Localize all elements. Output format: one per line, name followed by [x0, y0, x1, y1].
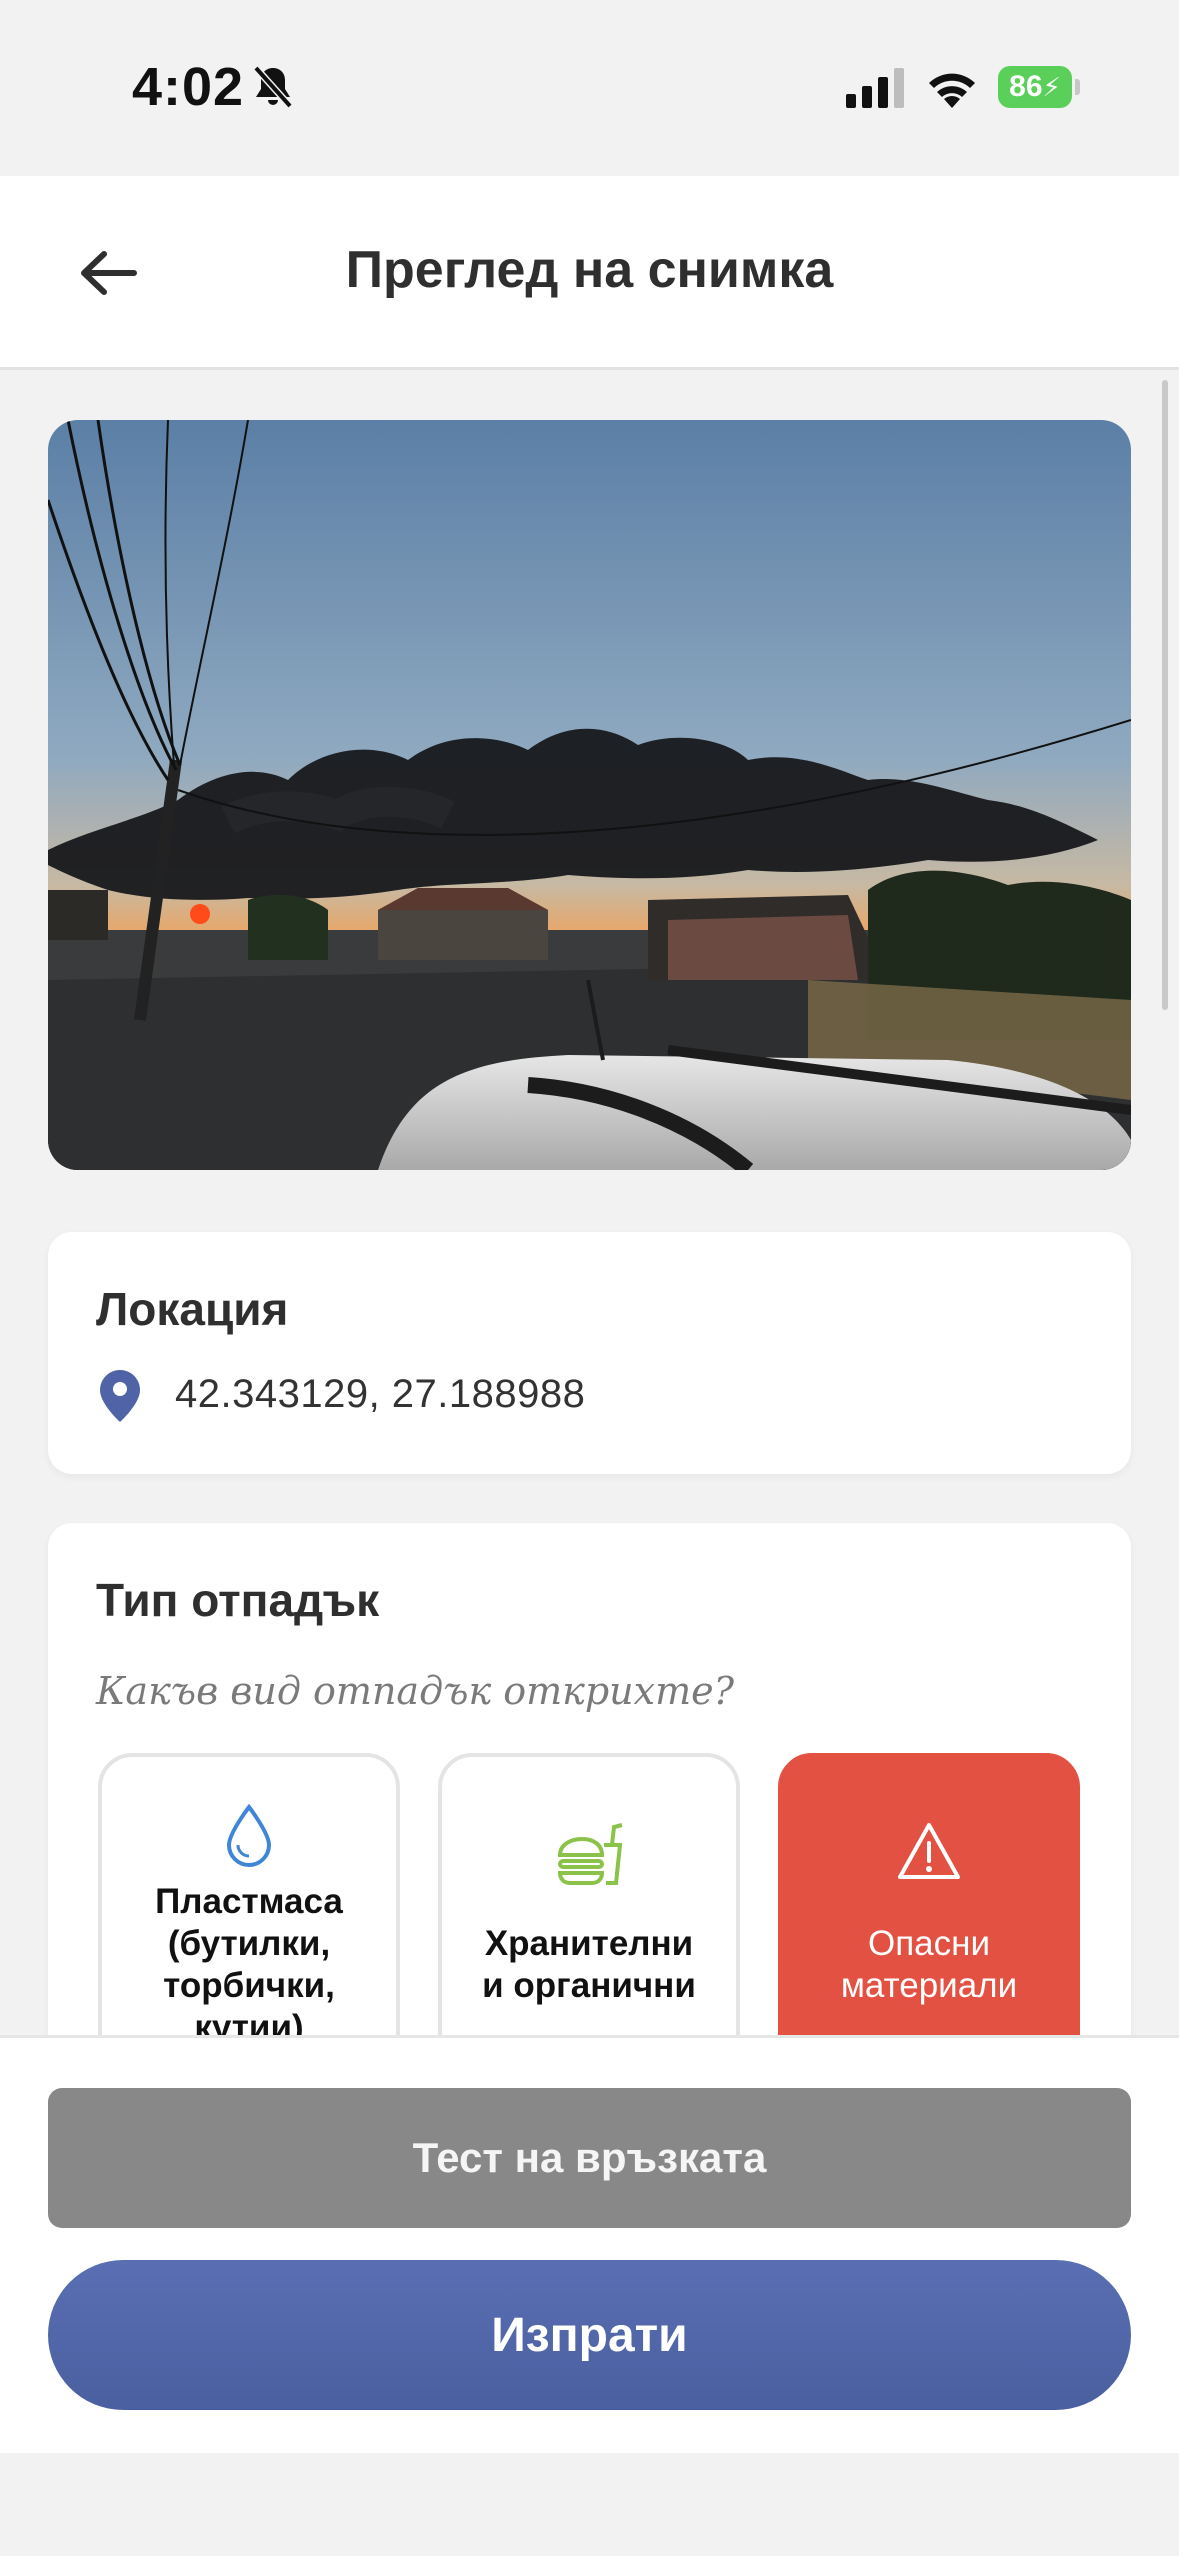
- bell-slash-icon: [253, 65, 293, 109]
- waste-option-label: Опасни материали: [840, 1924, 1018, 2005]
- wifi-icon: [929, 73, 975, 108]
- waste-option-hazardous[interactable]: Опасни материали: [778, 1753, 1080, 2083]
- water-drop-icon: [226, 1803, 272, 1867]
- location-coordinates: 42.343129, 27.188988: [175, 1372, 586, 1416]
- scroll-indicator[interactable]: [1162, 380, 1168, 1010]
- fast-food-icon: [557, 1823, 623, 1885]
- battery-level: 86: [1009, 70, 1043, 103]
- waste-type-question: Какъв вид отпадък открихте?: [96, 1669, 734, 1713]
- page-title: Преглед на снимка: [345, 241, 834, 299]
- waste-option-food-organic[interactable]: Хранителни и органични: [438, 1753, 740, 2083]
- waste-option-label: Хранителни и органични: [482, 1924, 696, 2005]
- status-bar: 4:02 86 ⚡: [0, 0, 1179, 176]
- waste-option-label: Пластмаса (бутилки, торбички, кутии): [155, 1882, 343, 2047]
- send-button[interactable]: Изпрати: [48, 2260, 1131, 2410]
- map-pin-icon: [100, 1370, 140, 1422]
- battery-charging-icon: 86 ⚡: [998, 66, 1080, 108]
- test-connection-button[interactable]: Тест на връзката: [48, 2088, 1131, 2228]
- waste-option-plastic[interactable]: Пластмаса (бутилки, торбички, кутии): [98, 1753, 400, 2083]
- status-time: 4:02: [132, 57, 245, 117]
- bottom-action-bar: Тест на връзката Изпрати: [0, 2035, 1179, 2453]
- location-card: Локация 42.343129, 27.188988: [48, 1232, 1131, 1474]
- waste-type-title: Тип отпадък: [96, 1574, 380, 1626]
- signal-icon: [846, 68, 904, 108]
- location-title: Локация: [96, 1283, 289, 1335]
- waste-type-card: Тип отпадък Какъв вид отпадък открихте? …: [48, 1523, 1131, 2083]
- photo-preview: [48, 420, 1131, 1170]
- warning-icon: [898, 1823, 960, 1879]
- app-header: Преглед на снимка: [0, 176, 1179, 370]
